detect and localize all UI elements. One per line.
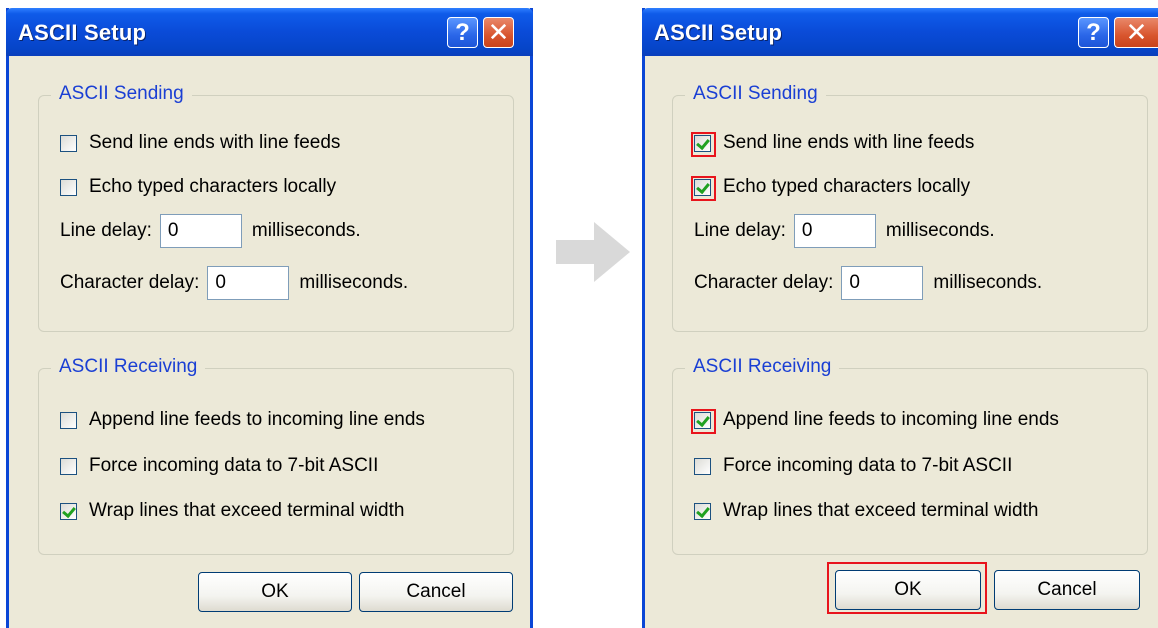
ascii-receiving-group: ASCII Receiving Append line feeds to inc… [672, 355, 1148, 555]
force-7bit-label: Force incoming data to 7-bit ASCII [89, 455, 379, 476]
group-title: ASCII Sending [685, 82, 826, 106]
help-icon[interactable]: ? [447, 17, 478, 48]
send-line-ends-checkbox[interactable] [60, 134, 77, 152]
force-7bit-label: Force incoming data to 7-bit ASCII [723, 455, 1013, 476]
title-bar: ASCII Setup ? ✕ [642, 8, 1158, 56]
wrap-lines-row[interactable]: Wrap lines that exceed terminal width [60, 500, 404, 522]
send-line-ends-label: Send line ends with line feeds [723, 132, 975, 153]
char-delay-label: Character delay: [694, 272, 834, 293]
char-delay-input[interactable]: 0 [841, 266, 924, 300]
force-7bit-checkbox[interactable] [60, 457, 77, 475]
send-line-ends-row[interactable]: Send line ends with line feeds [60, 132, 340, 154]
ascii-sending-group: ASCII Sending Send line ends with line f… [672, 82, 1148, 332]
char-delay-unit: milliseconds. [933, 272, 1043, 293]
append-line-feeds-label: Append line feeds to incoming line ends [723, 409, 1059, 430]
highlight-box [691, 175, 716, 201]
help-icon[interactable]: ? [1078, 17, 1109, 48]
force-7bit-row[interactable]: Force incoming data to 7-bit ASCII [60, 455, 378, 477]
ascii-receiving-group: ASCII Receiving Append line feeds to inc… [38, 355, 514, 555]
wrap-lines-label: Wrap lines that exceed terminal width [89, 500, 405, 521]
echo-typed-label: Echo typed characters locally [89, 176, 337, 197]
force-7bit-checkbox[interactable] [694, 457, 711, 475]
line-delay-label: Line delay: [694, 220, 786, 241]
append-line-feeds-label: Append line feeds to incoming line ends [89, 409, 425, 430]
line-delay-unit: milliseconds. [885, 220, 995, 241]
echo-typed-row[interactable]: Echo typed characters locally [60, 176, 336, 198]
send-line-ends-row[interactable]: Send line ends with line feeds [691, 131, 975, 157]
group-title: ASCII Receiving [685, 355, 840, 379]
char-delay-row: Character delay: 0 milliseconds. [694, 266, 1042, 300]
char-delay-input[interactable]: 0 [207, 266, 290, 300]
echo-typed-checkbox[interactable] [60, 178, 77, 196]
send-line-ends-checkbox[interactable] [691, 131, 716, 157]
cancel-button[interactable]: Cancel [994, 570, 1140, 610]
send-line-ends-label: Send line ends with line feeds [89, 132, 341, 153]
ok-button[interactable]: OK [835, 570, 981, 610]
line-delay-input[interactable]: 0 [159, 214, 242, 248]
wrap-lines-label: Wrap lines that exceed terminal width [723, 500, 1039, 521]
char-delay-label: Character delay: [60, 272, 200, 293]
arrow-right-icon [556, 222, 630, 282]
line-delay-row: Line delay: 0 milliseconds. [60, 214, 361, 248]
line-delay-input[interactable]: 0 [793, 214, 876, 248]
line-delay-unit: milliseconds. [251, 220, 361, 241]
group-title: ASCII Sending [51, 82, 192, 106]
append-line-feeds-row[interactable]: Append line feeds to incoming line ends [691, 408, 1059, 434]
ascii-setup-dialog-after: ASCII Setup ? ✕ ASCII Sending Send line … [642, 8, 1158, 628]
append-line-feeds-row[interactable]: Append line feeds to incoming line ends [60, 409, 425, 431]
group-title: ASCII Receiving [51, 355, 206, 379]
highlight-box [691, 408, 716, 434]
ok-button[interactable]: OK [198, 572, 352, 612]
ascii-setup-dialog-before: ASCII Setup ? ✕ ASCII Sending Send line … [6, 8, 533, 628]
char-delay-row: Character delay: 0 milliseconds. [60, 266, 408, 300]
highlight-box [691, 131, 716, 157]
wrap-lines-checkbox[interactable] [60, 502, 77, 520]
dialog-title: ASCII Setup [18, 20, 147, 45]
force-7bit-row[interactable]: Force incoming data to 7-bit ASCII [694, 455, 1012, 477]
wrap-lines-row[interactable]: Wrap lines that exceed terminal width [694, 500, 1038, 522]
line-delay-row: Line delay: 0 milliseconds. [694, 214, 995, 248]
cancel-button[interactable]: Cancel [359, 572, 513, 612]
append-line-feeds-checkbox[interactable] [691, 408, 716, 434]
echo-typed-row[interactable]: Echo typed characters locally [691, 175, 971, 201]
dialog-title: ASCII Setup [654, 20, 783, 45]
title-bar: ASCII Setup ? ✕ [6, 8, 533, 56]
echo-typed-checkbox[interactable] [691, 175, 716, 201]
wrap-lines-checkbox[interactable] [694, 502, 711, 520]
close-icon[interactable]: ✕ [483, 17, 514, 48]
close-icon[interactable]: ✕ [1114, 17, 1158, 48]
char-delay-unit: milliseconds. [299, 272, 409, 293]
line-delay-label: Line delay: [60, 220, 152, 241]
echo-typed-label: Echo typed characters locally [723, 176, 971, 197]
ascii-sending-group: ASCII Sending Send line ends with line f… [38, 82, 514, 332]
append-line-feeds-checkbox[interactable] [60, 411, 77, 429]
